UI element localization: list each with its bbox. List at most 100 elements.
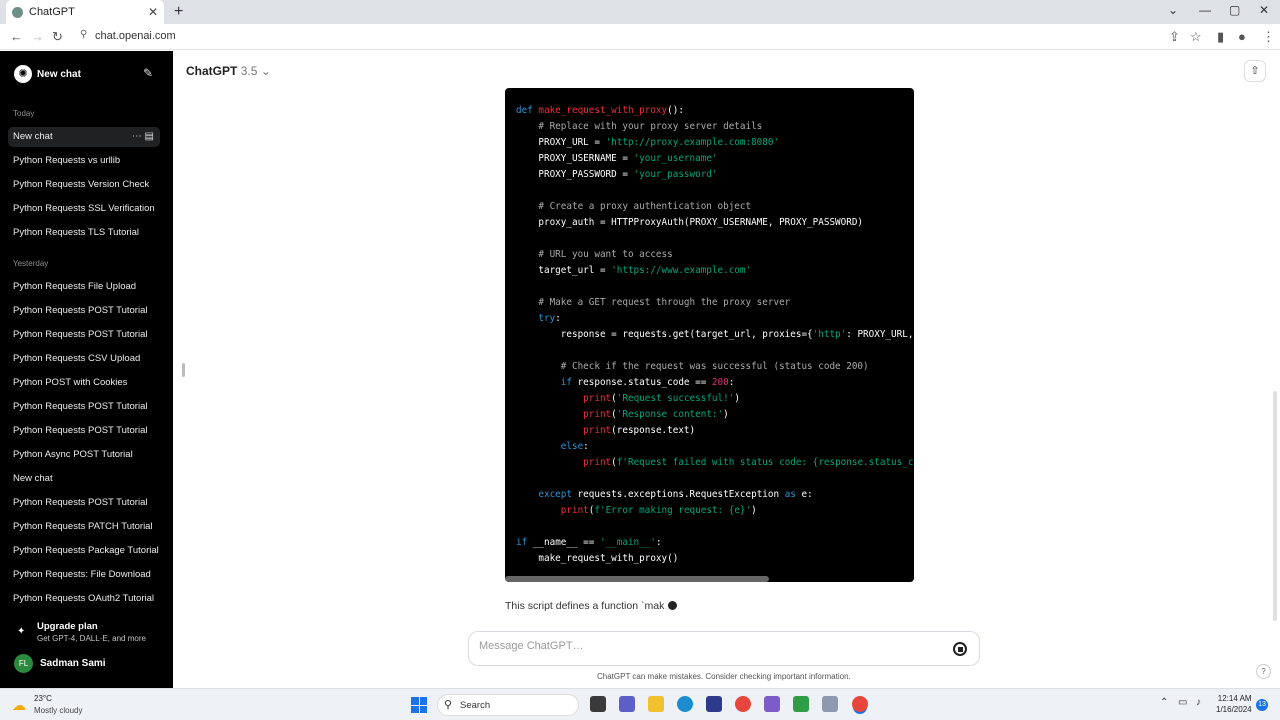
bookmark-star-icon[interactable]: ☆	[1190, 29, 1202, 45]
volume-icon[interactable]: ♪	[1196, 697, 1201, 708]
file-explorer-icon[interactable]	[648, 696, 664, 712]
code-token: if	[516, 537, 528, 548]
spreadsheet-app-icon[interactable]	[793, 696, 809, 712]
sidebar-chat-item[interactable]: Python Requests POST Tutorial	[8, 493, 160, 513]
openai-logo-icon[interactable]: ✺	[14, 65, 32, 83]
reload-icon[interactable]: ↻	[52, 29, 63, 45]
system-clock[interactable]: 12:14 AM 1/16/2024	[1216, 693, 1252, 715]
code-token: def	[516, 105, 539, 116]
weather-condition[interactable]: Mostly cloudy	[34, 706, 82, 715]
sidebar-chat-item[interactable]: Python Requests Package Tutorial	[8, 541, 160, 561]
code-token: # URL you want to access	[538, 249, 673, 260]
sidebar-chat-item[interactable]: New chat	[8, 469, 160, 489]
close-tab-icon[interactable]: ✕	[148, 5, 158, 19]
upgrade-subtitle: Get GPT-4, DALL·E, and more	[37, 634, 146, 643]
network-icon[interactable]: ▭	[1178, 697, 1187, 708]
sidebar-chat-item[interactable]: New chat ⋯ ▤	[8, 127, 160, 147]
chat-scrollbar[interactable]	[1273, 391, 1277, 621]
teams-icon[interactable]	[619, 696, 635, 712]
browser-tab[interactable]: ChatGPT ✕	[6, 0, 164, 24]
message-input[interactable]	[479, 640, 929, 652]
chat-main: ChatGPT 3.5 ⌄ ⇧ def make_request_with_pr…	[173, 51, 1280, 688]
chrome-active-icon[interactable]	[852, 696, 868, 712]
chrome-icon[interactable]	[735, 696, 751, 712]
vpn-icon[interactable]	[764, 696, 780, 712]
taskbar-search[interactable]: ⚲ Search	[437, 694, 579, 716]
clock-date: 1/16/2024	[1216, 705, 1252, 714]
close-window-icon[interactable]: ✕	[1259, 3, 1269, 17]
code-token: 'http://proxy.example.com:8080'	[605, 137, 780, 148]
sidebar-chat-item[interactable]: Python Requests OAuth2 Tutorial	[8, 589, 160, 609]
chat-options-icon[interactable]: ⋯ ▤	[132, 127, 154, 147]
sidebar-chat-item[interactable]: Python Requests POST Tutorial	[8, 301, 160, 321]
browser-menu-icon[interactable]: ⋮	[1262, 29, 1275, 45]
sidebar-chat-item[interactable]: Python Requests Version Check	[8, 175, 160, 195]
code-line: if response.status_code == 200:	[516, 375, 913, 391]
compose-icon[interactable]: ✎	[143, 66, 153, 80]
code-horizontal-scrollbar[interactable]	[505, 576, 769, 582]
minimize-icon[interactable]: —	[1199, 3, 1211, 17]
sidebar-chat-label: Python POST with Cookies	[13, 377, 128, 388]
sidebar-chat-item[interactable]: Python Requests: File Download	[8, 565, 160, 585]
code-token: 'your_username'	[633, 153, 718, 164]
sidebar-chat-item[interactable]: Python Requests PATCH Tutorial	[8, 517, 160, 537]
model-selector[interactable]: ChatGPT 3.5 ⌄	[186, 64, 271, 78]
sidebar-chat-label: Python Requests POST Tutorial	[13, 329, 148, 340]
sidebar-chat-label: Python Requests TLS Tutorial	[13, 227, 140, 238]
code-line: # Make a GET request through the proxy s…	[516, 295, 913, 311]
code-line: # Create a proxy authentication object	[516, 199, 913, 215]
start-icon[interactable]	[411, 697, 427, 713]
tab-search-icon[interactable]: ⌄	[1168, 3, 1178, 17]
store-icon[interactable]	[706, 696, 722, 712]
sidebar-chat-item[interactable]: Python Requests POST Tutorial	[8, 325, 160, 345]
new-tab-icon[interactable]: +	[174, 3, 183, 21]
sidebar-chat-item[interactable]: Python Async POST Tutorial	[8, 445, 160, 465]
code-token: f'Request failed with status code: {resp…	[616, 457, 914, 468]
forward-icon[interactable]: →	[31, 29, 44, 44]
edge-icon[interactable]	[677, 696, 693, 712]
sidebar-chat-item[interactable]: Python Requests POST Tutorial	[8, 397, 160, 417]
sidebar-chat-item[interactable]: Python Requests File Upload	[8, 277, 160, 297]
sidebar-chat-label: Python Requests POST Tutorial	[13, 305, 148, 316]
share-chat-icon[interactable]: ⇧	[1244, 60, 1266, 82]
code-line: PROXY_PASSWORD = 'your_password'	[516, 167, 913, 183]
notification-badge[interactable]: 13	[1256, 699, 1268, 711]
site-info-icon[interactable]: ⚲	[80, 29, 87, 40]
chevron-down-icon: ⌄	[260, 64, 271, 78]
code-token: proxy_auth = HTTPProxyAuth(PROXY_USERNAM…	[516, 217, 864, 228]
chatgpt-favicon-icon	[12, 6, 23, 18]
remote-desktop-icon[interactable]	[822, 696, 838, 712]
avatar[interactable]: FL	[14, 654, 33, 673]
help-icon[interactable]: ?	[1256, 664, 1271, 679]
back-icon[interactable]: ←	[10, 29, 23, 44]
sidebar-chat-item[interactable]: Python POST with Cookies	[8, 373, 160, 393]
url-field[interactable]: chat.openai.com	[95, 30, 176, 42]
code-line: print(response.text)	[516, 423, 913, 439]
share-page-icon[interactable]: ⇪	[1169, 29, 1180, 45]
sidebar-chat-item[interactable]: Python Requests TLS Tutorial	[8, 223, 160, 243]
sidebar-chat-label: Python Requests POST Tutorial	[13, 497, 148, 508]
maximize-icon[interactable]: ▢	[1229, 3, 1240, 17]
tray-overflow-icon[interactable]: ⌃	[1160, 697, 1168, 708]
stop-generating-icon[interactable]	[953, 642, 967, 656]
code-token: 'Response content:'	[616, 409, 724, 420]
weather-temp[interactable]: 23°C	[34, 694, 52, 703]
task-view-icon[interactable]	[590, 696, 606, 712]
sidebar-chat-item[interactable]: Python Requests vs urllib	[8, 151, 160, 171]
side-panel-icon[interactable]: ▮	[1217, 29, 1224, 45]
code-line: print(f'Request failed with status code:…	[516, 455, 913, 471]
sidebar-chat-item[interactable]: Python Requests SSL Verification	[8, 199, 160, 219]
user-name[interactable]: Sadman Sami	[40, 658, 106, 669]
new-chat-button[interactable]: New chat	[37, 69, 81, 80]
sidebar-chat-item[interactable]: Python Requests POST Tutorial	[8, 421, 160, 441]
windows-taskbar: ☁ 23°C Mostly cloudy ⚲ Search ⌃ ▭ ♪ 12:1…	[0, 688, 1280, 720]
profile-icon[interactable]: ●	[1238, 29, 1246, 44]
sidebar-resize-handle[interactable]	[182, 363, 185, 377]
sidebar-chat-item[interactable]: Python Requests CSV Upload	[8, 349, 160, 369]
weather-icon[interactable]: ☁	[12, 697, 26, 714]
